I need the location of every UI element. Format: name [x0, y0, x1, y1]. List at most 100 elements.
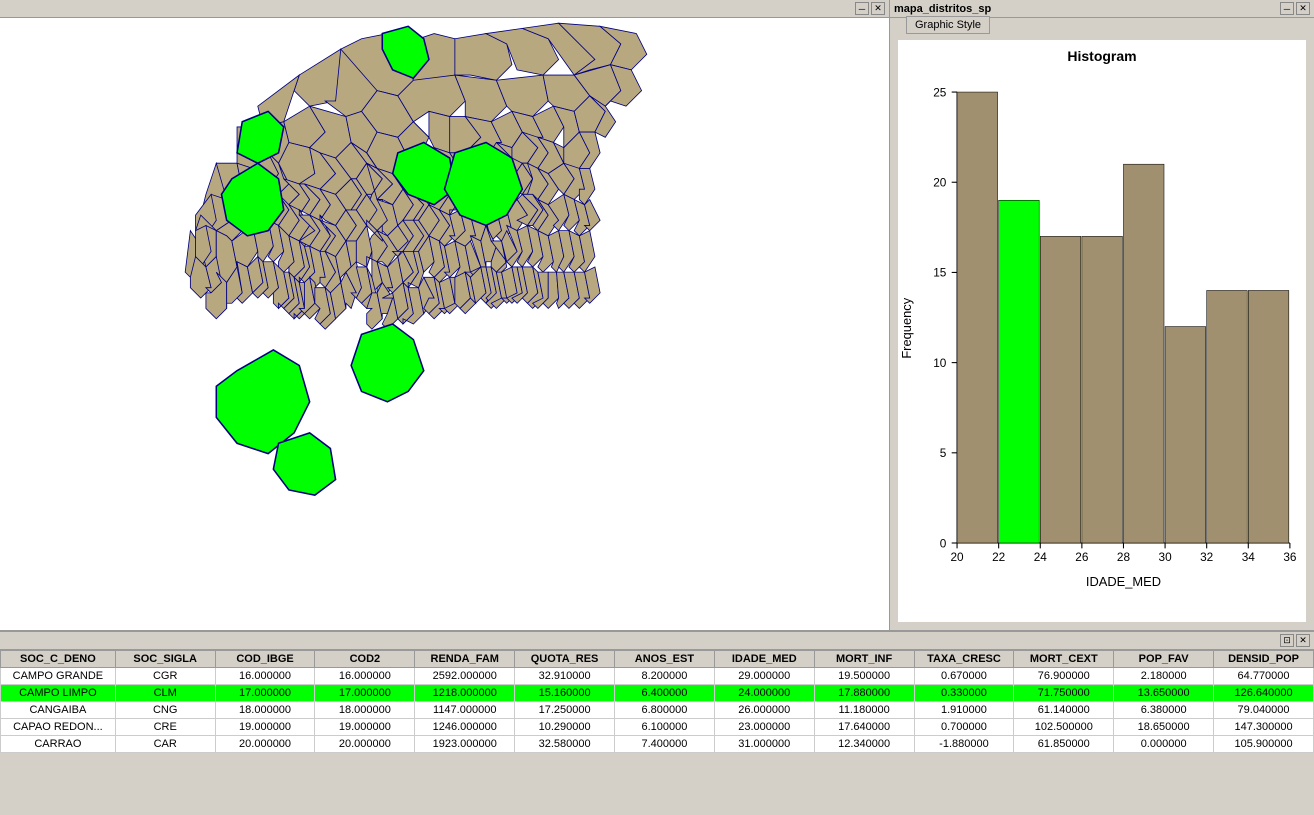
svg-text:28: 28 [1117, 550, 1131, 564]
table-cell-0-10: 76.900000 [1014, 668, 1114, 685]
table-cell-3-10: 102.500000 [1014, 719, 1114, 736]
col-header-densid-pop[interactable]: DENSID_POP [1214, 651, 1314, 668]
table-cell-0-12: 64.770000 [1214, 668, 1314, 685]
svg-text:15: 15 [933, 266, 947, 280]
table-row[interactable]: CAMPO GRANDECGR16.00000016.0000002592.00… [1, 668, 1314, 685]
svg-text:22: 22 [992, 550, 1005, 564]
svg-text:32: 32 [1200, 550, 1213, 564]
table-cell-4-10: 61.850000 [1014, 736, 1114, 753]
table-cell-2-8: 11.180000 [814, 702, 914, 719]
table-cell-1-1: CLM [115, 685, 215, 702]
col-header-cod-ibge[interactable]: COD_IBGE [215, 651, 315, 668]
col-header-soc-c-deno[interactable]: SOC_C_DENO [1, 651, 116, 668]
table-cell-0-7: 29.000000 [714, 668, 814, 685]
table-cell-0-11: 2.180000 [1114, 668, 1214, 685]
table-cell-4-1: CAR [115, 736, 215, 753]
table-cell-3-5: 10.290000 [515, 719, 615, 736]
table-cell-2-5: 17.250000 [515, 702, 615, 719]
map-content[interactable] [0, 18, 889, 630]
table-cell-4-5: 32.580000 [515, 736, 615, 753]
table-cell-1-7: 24.000000 [714, 685, 814, 702]
svg-text:34: 34 [1242, 550, 1256, 564]
table-cell-2-10: 61.140000 [1014, 702, 1114, 719]
table-resize-btn[interactable]: ⊡ [1280, 634, 1294, 647]
svg-text:10: 10 [933, 356, 947, 370]
table-cell-0-3: 16.000000 [315, 668, 415, 685]
table-row[interactable]: CAMPO LIMPOCLM17.00000017.0000001218.000… [1, 685, 1314, 702]
col-header-pop-fav[interactable]: POP_FAV [1114, 651, 1214, 668]
table-cell-3-8: 17.640000 [814, 719, 914, 736]
table-titlebar: ⊡ ✕ [0, 632, 1314, 650]
col-header-mort-inf[interactable]: MORT_INF [814, 651, 914, 668]
table-cell-2-7: 26.000000 [714, 702, 814, 719]
table-cell-4-4: 1923.000000 [415, 736, 515, 753]
svg-text:Frequency: Frequency [899, 297, 914, 358]
table-cell-0-8: 19.500000 [814, 668, 914, 685]
data-table-area: ⊡ ✕ SOC_C_DENO SOC_SIGLA COD_IBGE COD2 R… [0, 630, 1314, 815]
table-row[interactable]: CAPAO REDON...CRE19.00000019.0000001246.… [1, 719, 1314, 736]
table-cell-2-9: 1.910000 [914, 702, 1014, 719]
col-header-anos-est[interactable]: ANOS_EST [615, 651, 715, 668]
svg-text:20: 20 [933, 176, 947, 190]
col-header-renda-fam[interactable]: RENDA_FAM [415, 651, 515, 668]
table-cell-0-1: CGR [115, 668, 215, 685]
col-header-cod2[interactable]: COD2 [315, 651, 415, 668]
col-header-mort-cext[interactable]: MORT_CEXT [1014, 651, 1114, 668]
histogram-container: Histogram 0 [898, 40, 1306, 622]
svg-text:30: 30 [1159, 550, 1173, 564]
table-cell-4-0: CARRAO [1, 736, 116, 753]
map-panel: ─ ✕ [0, 0, 890, 630]
table-cell-0-0: CAMPO GRANDE [1, 668, 116, 685]
map-close-btn[interactable]: ✕ [871, 2, 885, 15]
map-minimize-btn[interactable]: ─ [855, 2, 869, 15]
table-cell-2-0: CANGAIBA [1, 702, 116, 719]
chart-minimize-btn[interactable]: ─ [1280, 2, 1294, 15]
table-cell-0-4: 2592.000000 [415, 668, 515, 685]
table-cell-2-3: 18.000000 [315, 702, 415, 719]
table-cell-1-9: 0.330000 [914, 685, 1014, 702]
table-cell-1-8: 17.880000 [814, 685, 914, 702]
table-cell-2-4: 1147.000000 [415, 702, 515, 719]
table-cell-1-4: 1218.000000 [415, 685, 515, 702]
histogram-title: Histogram [898, 48, 1306, 64]
svg-text:36: 36 [1283, 550, 1297, 564]
table-cell-3-9: 0.700000 [914, 719, 1014, 736]
table-cell-0-5: 32.910000 [515, 668, 615, 685]
table-row[interactable]: CANGAIBACNG18.00000018.0000001147.000000… [1, 702, 1314, 719]
table-cell-1-5: 15.160000 [515, 685, 615, 702]
table-cell-3-11: 18.650000 [1114, 719, 1214, 736]
table-cell-2-11: 6.380000 [1114, 702, 1214, 719]
table-cell-1-10: 71.750000 [1014, 685, 1114, 702]
graphic-style-button[interactable]: Graphic Style [906, 16, 990, 34]
table-cell-4-9: -1.880000 [914, 736, 1014, 753]
map-titlebar: ─ ✕ [0, 0, 889, 18]
table-cell-4-6: 7.400000 [615, 736, 715, 753]
table-cell-0-2: 16.000000 [215, 668, 315, 685]
table-row[interactable]: CARRAOCAR20.00000020.0000001923.00000032… [1, 736, 1314, 753]
svg-text:25: 25 [933, 85, 947, 99]
col-header-soc-sigla[interactable]: SOC_SIGLA [115, 651, 215, 668]
table-cell-3-2: 19.000000 [215, 719, 315, 736]
table-header-row: SOC_C_DENO SOC_SIGLA COD_IBGE COD2 RENDA… [1, 651, 1314, 668]
table-cell-3-6: 6.100000 [615, 719, 715, 736]
table-cell-4-8: 12.340000 [814, 736, 914, 753]
table-cell-3-0: CAPAO REDON... [1, 719, 116, 736]
svg-text:20: 20 [950, 550, 964, 564]
table-cell-3-3: 19.000000 [315, 719, 415, 736]
col-header-taxa-cresc[interactable]: TAXA_CRESC [914, 651, 1014, 668]
chart-close-btn[interactable]: ✕ [1296, 2, 1310, 15]
table-cell-4-12: 105.900000 [1214, 736, 1314, 753]
table-scroll-area[interactable]: SOC_C_DENO SOC_SIGLA COD_IBGE COD2 RENDA… [0, 650, 1314, 815]
svg-text:5: 5 [940, 446, 947, 460]
table-cell-4-7: 31.000000 [714, 736, 814, 753]
svg-text:IDADE_MED: IDADE_MED [1086, 574, 1161, 589]
col-header-quota-res[interactable]: QUOTA_RES [515, 651, 615, 668]
table-cell-1-0: CAMPO LIMPO [1, 685, 116, 702]
table-cell-2-1: CNG [115, 702, 215, 719]
table-close-btn[interactable]: ✕ [1296, 634, 1310, 647]
table-cell-3-12: 147.300000 [1214, 719, 1314, 736]
col-header-idade-med[interactable]: IDADE_MED [714, 651, 814, 668]
table-cell-1-6: 6.400000 [615, 685, 715, 702]
table-cell-2-2: 18.000000 [215, 702, 315, 719]
table-cell-2-6: 6.800000 [615, 702, 715, 719]
